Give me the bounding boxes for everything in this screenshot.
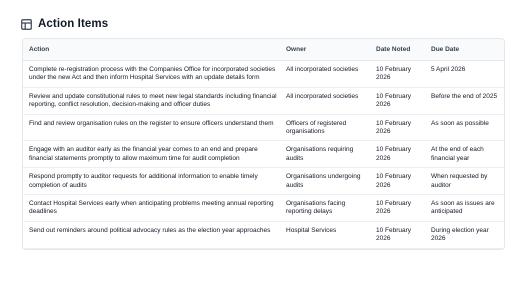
date-noted-cell: 10 February 2026 bbox=[370, 60, 425, 88]
action-cell: Complete re-registration process with th… bbox=[23, 60, 280, 88]
date-noted-cell: 10 February 2026 bbox=[370, 221, 425, 249]
action-cell: Review and update constitutional rules t… bbox=[23, 87, 280, 115]
action-cell: Contact Hospital Services early when ant… bbox=[23, 194, 280, 222]
owner-cell: Organisations facing reporting delays bbox=[280, 194, 370, 222]
section-header: Action Items bbox=[21, 18, 108, 30]
action-cell: Send out reminders around political advo… bbox=[23, 221, 280, 249]
table-row: Find and review organisation rules on th… bbox=[23, 114, 504, 142]
table-row: Respond promptly to auditor requests for… bbox=[23, 167, 504, 196]
table-row: Engage with an auditor early as the fina… bbox=[23, 140, 504, 169]
due-date-cell: 5 April 2026 bbox=[425, 60, 504, 88]
date-noted-cell: 10 February 2026 bbox=[370, 87, 425, 115]
table-row: Review and update constitutional rules t… bbox=[23, 87, 504, 115]
section-title: Action Items bbox=[38, 18, 109, 30]
owner-cell: Officers of registered organisations bbox=[280, 114, 370, 142]
table-icon bbox=[21, 18, 32, 30]
owner-cell: Organisations undergoing audits bbox=[280, 167, 370, 196]
date-noted-cell: 10 February 2026 bbox=[370, 167, 425, 196]
action-cell: Respond promptly to auditor requests for… bbox=[23, 167, 280, 196]
owner-cell: Organisations requiring audits bbox=[280, 140, 370, 169]
date-noted-cell: 10 February 2026 bbox=[370, 140, 425, 169]
owner-cell: All incorporated societies bbox=[280, 60, 370, 88]
column-header-date-noted: Date Noted bbox=[370, 39, 425, 61]
due-date-cell: During election year 2026 bbox=[425, 221, 504, 249]
table-row: Complete re-registration process with th… bbox=[23, 60, 504, 88]
action-cell: Find and review organisation rules on th… bbox=[23, 114, 280, 142]
column-header-due-date: Due Date bbox=[425, 39, 504, 61]
action-cell: Engage with an auditor early as the fina… bbox=[23, 140, 280, 169]
column-header-action: Action bbox=[23, 39, 280, 61]
action-items-table: Action Owner Date Noted Due Date Complet… bbox=[22, 38, 505, 250]
date-noted-cell: 10 February 2026 bbox=[370, 114, 425, 142]
due-date-cell: Before the end of 2025 bbox=[425, 87, 504, 115]
due-date-cell: At the end of each financial year bbox=[425, 140, 504, 169]
table-header-row: Action Owner Date Noted Due Date bbox=[23, 39, 504, 61]
owner-cell: All incorporated societies bbox=[280, 87, 370, 115]
owner-cell: Hospital Services bbox=[280, 221, 370, 249]
due-date-cell: As soon as possible bbox=[425, 114, 504, 142]
column-header-owner: Owner bbox=[280, 39, 370, 61]
table-row: Send out reminders around political advo… bbox=[23, 221, 504, 249]
due-date-cell: As soon as issues are anticipated bbox=[425, 194, 504, 222]
action-items-page: Action Items Action Owner Date Noted Due… bbox=[0, 0, 514, 294]
due-date-cell: When requested by auditor bbox=[425, 167, 504, 196]
table-row: Contact Hospital Services early when ant… bbox=[23, 194, 504, 222]
date-noted-cell: 10 February 2026 bbox=[370, 194, 425, 222]
